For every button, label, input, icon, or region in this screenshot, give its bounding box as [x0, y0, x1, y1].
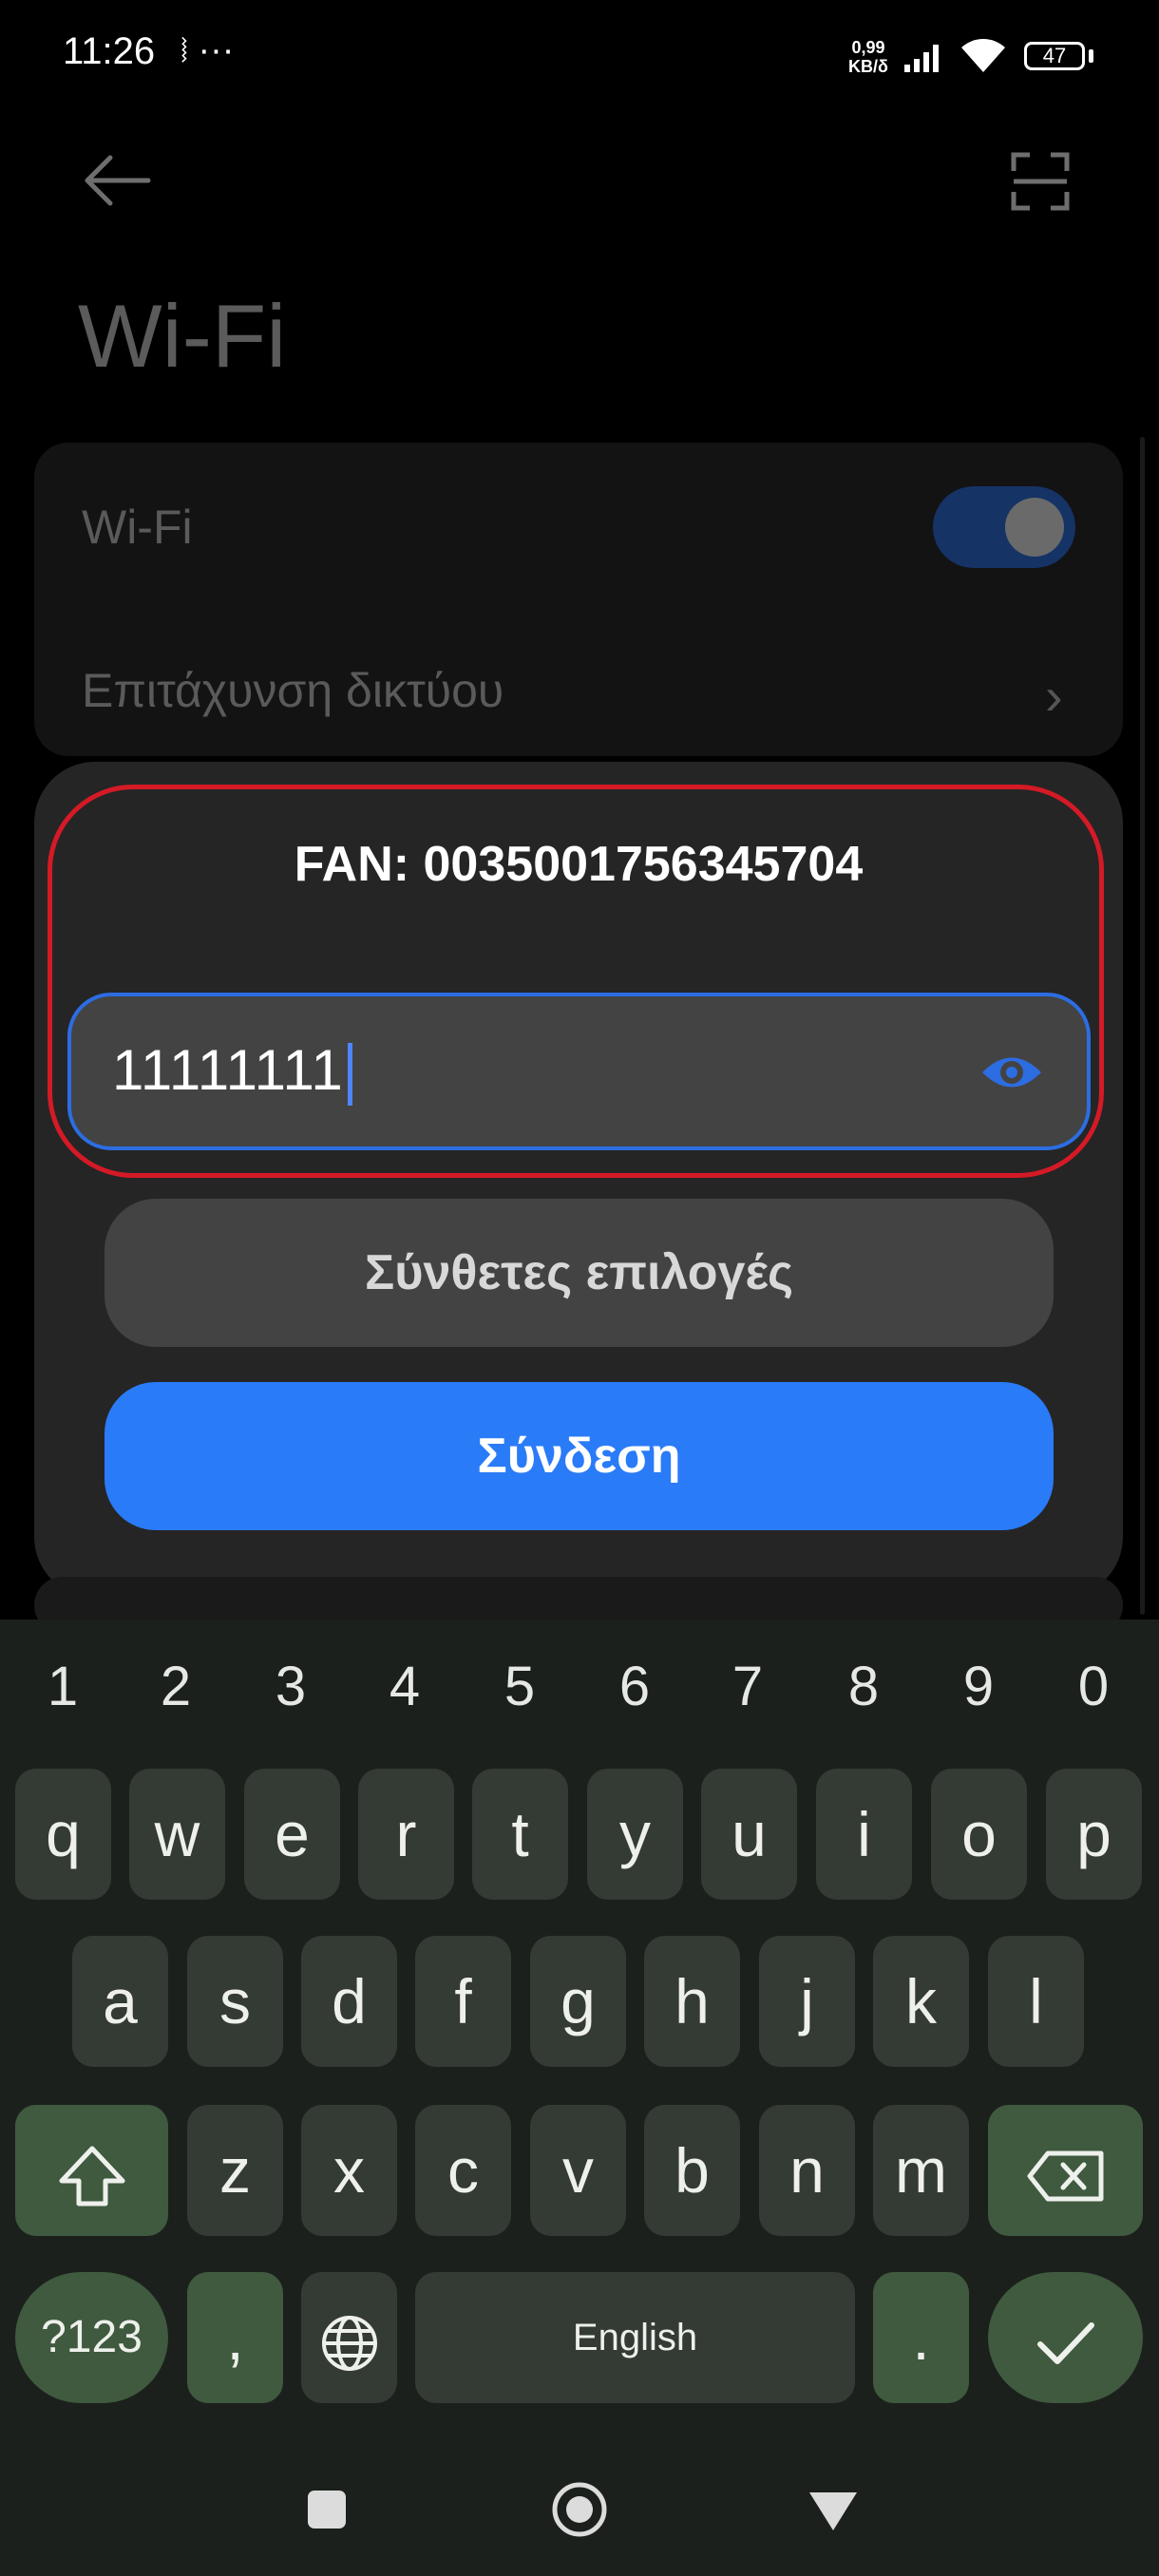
key-1[interactable]: 1 — [29, 1655, 96, 1718]
key-6[interactable]: 6 — [601, 1655, 668, 1718]
key-8[interactable]: 8 — [830, 1655, 897, 1718]
scan-icon[interactable] — [1011, 152, 1070, 211]
key-4[interactable]: 4 — [371, 1655, 438, 1718]
enter-key[interactable] — [988, 2272, 1143, 2403]
recents-icon[interactable] — [306, 2489, 348, 2530]
wifi-row-label: Wi-Fi — [82, 501, 193, 554]
network-acceleration-label[interactable]: Επιτάχυνση δικτύου — [82, 663, 504, 718]
key-b[interactable]: b — [644, 2105, 740, 2236]
check-icon — [1036, 2321, 1094, 2364]
key-q[interactable]: q — [15, 1769, 111, 1900]
home-icon[interactable] — [551, 2481, 608, 2538]
key-c[interactable]: c — [415, 2105, 511, 2236]
chevron-right-icon: › — [1045, 666, 1063, 726]
symbols-key[interactable]: ?123 — [15, 2272, 168, 2403]
battery-indicator: 47 — [1024, 42, 1085, 70]
key-g[interactable]: g — [530, 1936, 626, 2067]
key-w[interactable]: w — [129, 1769, 225, 1900]
advanced-options-button[interactable]: Σύνθετες επιλογές — [104, 1199, 1054, 1347]
scrollbar[interactable] — [1140, 437, 1145, 1615]
space-key[interactable]: English — [415, 2272, 855, 2403]
status-time: 11:26 — [63, 30, 156, 72]
key-5[interactable]: 5 — [486, 1655, 553, 1718]
key-7[interactable]: 7 — [714, 1655, 781, 1718]
key-u[interactable]: u — [701, 1769, 797, 1900]
key-a[interactable]: a — [72, 1936, 168, 2067]
period-key[interactable]: . — [873, 2272, 969, 2403]
key-j[interactable]: j — [759, 1936, 855, 2067]
backspace-icon — [1027, 2150, 1103, 2202]
key-y[interactable]: y — [587, 1769, 683, 1900]
key-n[interactable]: n — [759, 2105, 855, 2236]
shift-key[interactable] — [15, 2105, 168, 2236]
connect-button[interactable]: Σύνδεση — [104, 1382, 1054, 1530]
key-d[interactable]: d — [301, 1936, 397, 2067]
back-arrow-icon[interactable] — [82, 152, 152, 209]
wifi-icon — [961, 39, 1005, 72]
keyboard — [0, 1619, 1159, 2576]
key-z[interactable]: z — [187, 2105, 283, 2236]
network-speed-value: 0,99 — [851, 38, 885, 57]
key-t[interactable]: t — [472, 1769, 568, 1900]
backspace-key[interactable] — [988, 2105, 1143, 2236]
key-h[interactable]: h — [644, 1936, 740, 2067]
signal-icon — [904, 45, 939, 72]
key-x[interactable]: x — [301, 2105, 397, 2236]
notification-icons: ⧘ ··· — [180, 30, 235, 70]
key-s[interactable]: s — [187, 1936, 283, 2067]
nav-back-icon[interactable] — [808, 2491, 859, 2532]
battery-tip — [1089, 49, 1093, 63]
key-k[interactable]: k — [873, 1936, 969, 2067]
highlight-annotation — [48, 785, 1104, 1178]
wifi-toggle-knob — [1005, 498, 1064, 557]
key-o[interactable]: o — [931, 1769, 1027, 1900]
key-9[interactable]: 9 — [945, 1655, 1012, 1718]
key-r[interactable]: r — [358, 1769, 454, 1900]
key-e[interactable]: e — [244, 1769, 340, 1900]
network-speed: 0,99 KB/δ — [848, 38, 888, 76]
page-title: Wi-Fi — [78, 286, 287, 386]
comma-key[interactable]: , — [187, 2272, 283, 2403]
key-l[interactable]: l — [988, 1936, 1084, 2067]
key-m[interactable]: m — [873, 2105, 969, 2236]
key-f[interactable]: f — [415, 1936, 511, 2067]
key-i[interactable]: i — [816, 1769, 912, 1900]
key-0[interactable]: 0 — [1060, 1655, 1127, 1718]
key-p[interactable]: p — [1046, 1769, 1142, 1900]
key-3[interactable]: 3 — [257, 1655, 324, 1718]
key-2[interactable]: 2 — [142, 1655, 209, 1718]
globe-icon — [321, 2315, 377, 2371]
key-v[interactable]: v — [530, 2105, 626, 2236]
shift-icon — [59, 2146, 124, 2207]
language-key[interactable] — [301, 2272, 397, 2403]
network-speed-unit: KB/δ — [848, 57, 888, 76]
